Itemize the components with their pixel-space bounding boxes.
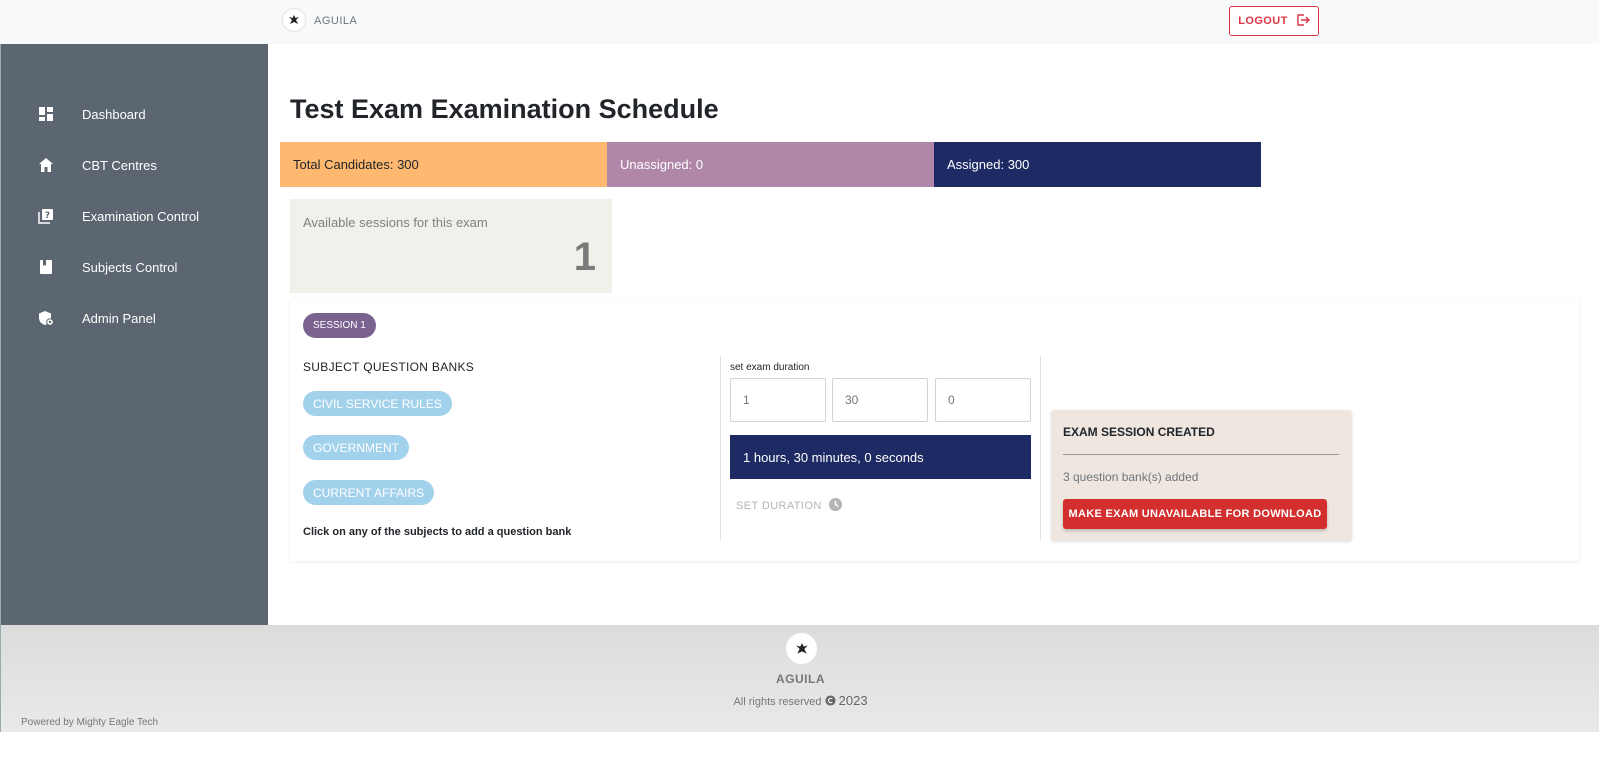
session-panel: SESSION 1 SUBJECT QUESTION BANKS CIVIL S… <box>290 300 1579 561</box>
duration-label: set exam duration <box>730 362 810 373</box>
subject-chip-civil-service-rules[interactable]: CIVIL SERVICE RULES <box>303 391 452 416</box>
subject-chip-current-affairs[interactable]: CURRENT AFFAIRS <box>303 480 435 505</box>
question-bank-hint: Click on any of the subjects to add a qu… <box>303 526 572 538</box>
brand-name: AGUILA <box>314 15 358 27</box>
logout-button[interactable]: LOGOUT <box>1229 6 1319 36</box>
minutes-input[interactable] <box>832 378 928 422</box>
question-bank-count: 3 question bank(s) added <box>1063 470 1199 484</box>
home-icon <box>37 156 55 174</box>
book-icon <box>37 258 55 276</box>
svg-text:?: ? <box>45 211 50 221</box>
footer-brand: AGUILA <box>776 672 825 686</box>
copyright-icon <box>825 695 839 708</box>
set-duration-button[interactable]: SET DURATION <box>736 497 843 515</box>
sidebar-item-label: Subjects Control <box>82 259 178 275</box>
sidebar-item-label: Dashboard <box>82 106 146 122</box>
sidebar-item-label: Admin Panel <box>82 310 156 326</box>
top-bar: AGUILA LOGOUT <box>0 0 1599 44</box>
duration-summary: 1 hours, 30 minutes, 0 seconds <box>730 435 1031 479</box>
exam-session-created-card: EXAM SESSION CREATED 3 question bank(s) … <box>1051 410 1352 541</box>
seconds-input[interactable] <box>935 378 1031 422</box>
sidebar-item-cbt-centres[interactable]: CBT Centres <box>1 145 269 185</box>
card-divider <box>1063 454 1339 455</box>
set-duration-label: SET DURATION <box>736 500 822 512</box>
aguila-logo-icon[interactable] <box>283 9 305 31</box>
unassigned-stat: Unassigned: 0 <box>607 142 934 187</box>
powered-by: Powered by Mighty Eagle Tech <box>21 717 159 728</box>
rights-text: All rights reserved <box>733 696 822 708</box>
make-exam-unavailable-button[interactable]: MAKE EXAM UNAVAILABLE FOR DOWNLOAD <box>1063 499 1327 529</box>
hours-input[interactable] <box>730 378 826 422</box>
sidebar-item-dashboard[interactable]: Dashboard <box>1 94 269 134</box>
quiz-icon: ? <box>37 207 55 225</box>
session-badge[interactable]: SESSION 1 <box>303 313 376 338</box>
available-sessions-card: Available sessions for this exam 1 <box>290 199 612 293</box>
column-divider <box>1040 356 1041 541</box>
footer: AGUILA All rights reserved 2023 Powered … <box>0 625 1599 732</box>
page-title: Test Exam Examination Schedule <box>290 94 719 124</box>
available-sessions-count: 1 <box>573 235 596 279</box>
sidebar-item-examination-control[interactable]: ? Examination Control <box>1 196 269 236</box>
dashboard-icon <box>37 105 55 123</box>
sidebar: Dashboard CBT Centres ? Examination Cont… <box>0 44 268 625</box>
subject-chip-government[interactable]: GOVERNMENT <box>303 435 410 460</box>
sidebar-item-label: CBT Centres <box>82 157 157 173</box>
admin-shield-icon <box>37 309 55 327</box>
available-sessions-label: Available sessions for this exam <box>303 215 488 230</box>
sidebar-item-label: Examination Control <box>82 208 200 224</box>
created-title: EXAM SESSION CREATED <box>1063 425 1215 439</box>
column-divider <box>720 356 721 541</box>
question-banks-title: SUBJECT QUESTION BANKS <box>303 360 475 374</box>
assigned-stat: Assigned: 300 <box>934 142 1261 187</box>
logout-icon <box>1296 13 1310 30</box>
aguila-logo-icon <box>786 633 817 664</box>
sidebar-item-subjects-control[interactable]: Subjects Control <box>1 247 269 287</box>
copyright-year: 2023 <box>838 693 868 708</box>
total-candidates-stat: Total Candidates: 300 <box>280 142 607 187</box>
footer-copyright: All rights reserved 2023 <box>1 693 1599 708</box>
logout-label: LOGOUT <box>1238 15 1288 27</box>
sidebar-item-admin-panel[interactable]: Admin Panel <box>1 298 269 338</box>
clock-icon <box>828 497 843 515</box>
